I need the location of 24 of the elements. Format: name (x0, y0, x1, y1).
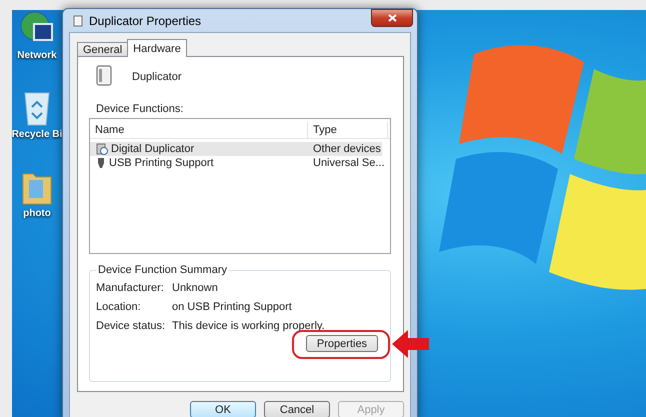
tab[interactable]: Hardware (127, 39, 187, 57)
column-header[interactable]: Type (308, 122, 388, 138)
list-row[interactable]: Digital Duplicator Other devices (90, 142, 382, 156)
desktop-icon-label[interactable]: photo (23, 208, 51, 219)
field-value: Unknown (172, 282, 219, 294)
column-header[interactable]: Name (90, 122, 308, 138)
field-value: This device is working properly. (172, 320, 326, 332)
field-label: Location: (96, 300, 142, 312)
properties-button[interactable]: Properties (306, 335, 378, 352)
name-cell: USB Printing Support (90, 157, 308, 169)
type-cell-text: Other devices (312, 143, 382, 155)
dialog-button[interactable]: OK (190, 401, 256, 417)
tab[interactable]: General (77, 42, 128, 57)
section-label: Device Functions: (96, 103, 184, 115)
field-label: Manufacturer: (96, 282, 165, 294)
name-cell: Digital Duplicator (90, 143, 308, 155)
field-label: Device status: (96, 320, 166, 332)
field-value: on USB Printing Support (172, 300, 293, 312)
window-title: Duplicator Properties (89, 14, 202, 28)
device-name: Duplicator (132, 71, 182, 83)
group-title: Device Function Summary (97, 264, 228, 276)
desktop-icon-label[interactable]: Network (17, 50, 57, 61)
dialog-button[interactable]: Cancel (264, 401, 330, 417)
desktop-icon-label[interactable]: Recycle Bi (12, 129, 62, 140)
